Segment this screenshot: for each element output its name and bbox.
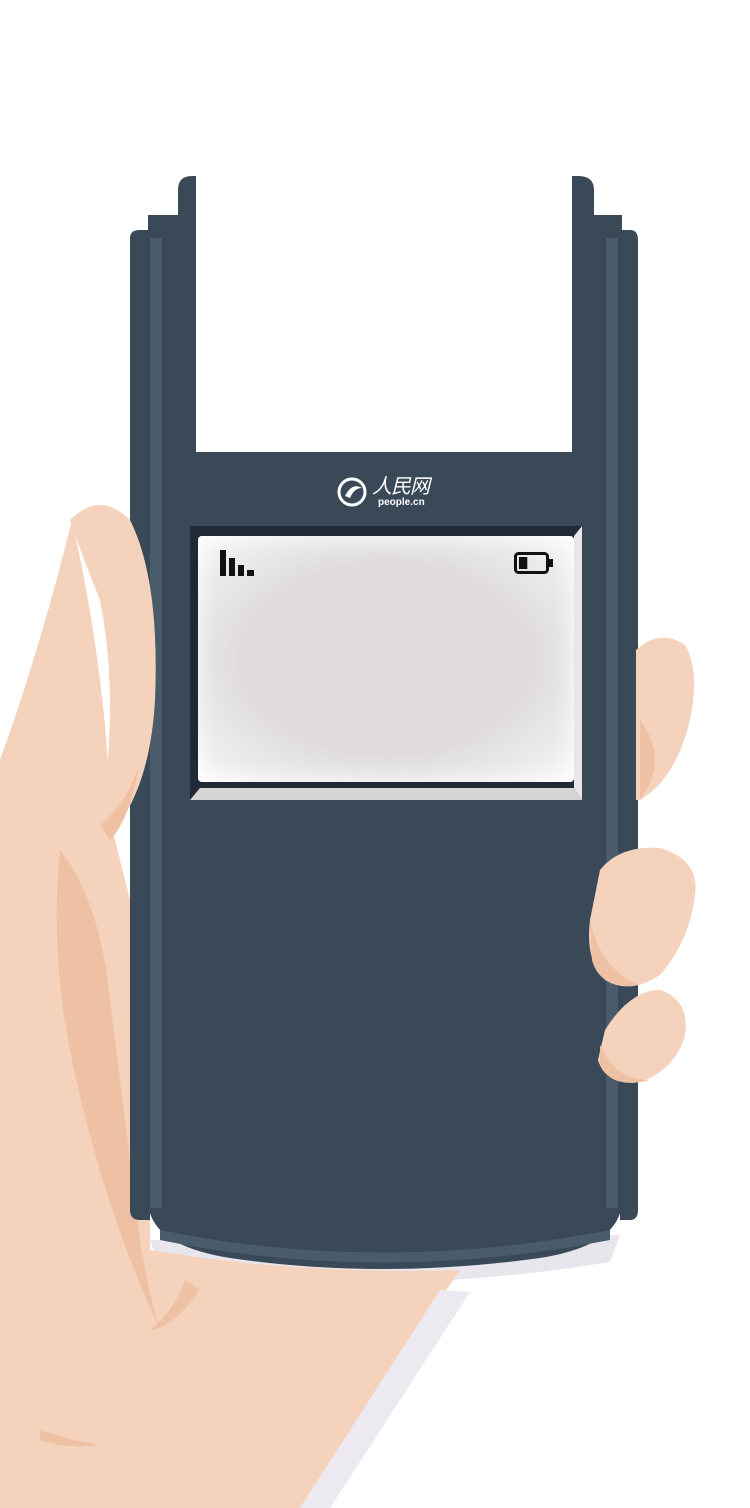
phone-screen (198, 536, 574, 782)
signal-bars-icon (220, 550, 254, 576)
brand-logo: 人民网 people.cn (336, 474, 432, 510)
logo-english-text: people.cn (378, 497, 425, 508)
people-logo-icon (337, 477, 367, 507)
battery-low-icon (514, 552, 553, 574)
illustration: 人民网 people.cn (0, 0, 750, 1508)
logo-chinese-text: 人民网 (372, 474, 430, 498)
